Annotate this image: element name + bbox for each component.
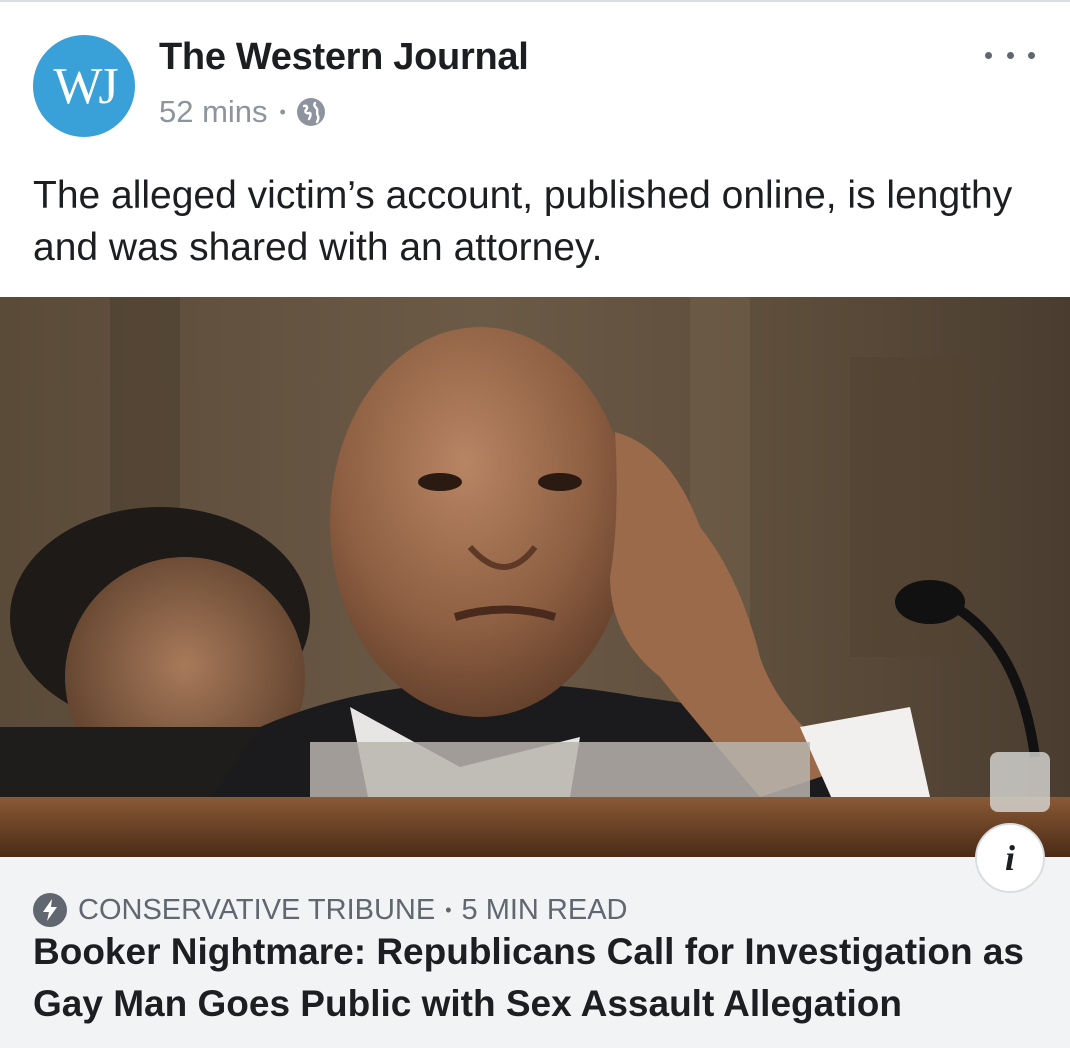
more-dot — [985, 51, 992, 59]
article-photo[interactable] — [0, 297, 1070, 857]
source-separator: • — [445, 899, 452, 920]
link-headline[interactable]: Booker Nightmare: Republicans Call for I… — [33, 926, 1053, 1030]
meta-separator: • — [279, 101, 286, 122]
more-options-icon[interactable] — [985, 40, 1035, 70]
lightning-bolt-icon — [33, 893, 67, 927]
link-source-row: CONSERVATIVE TRIBUNE • 5 MIN READ — [33, 890, 628, 930]
link-source-name: CONSERVATIVE TRIBUNE — [78, 893, 436, 926]
page-avatar[interactable]: WJ — [33, 35, 135, 137]
link-read-time: 5 MIN READ — [461, 893, 628, 926]
top-divider — [0, 0, 1070, 2]
info-button[interactable]: i — [975, 823, 1045, 893]
globe-icon[interactable] — [296, 97, 326, 127]
post-caption: The alleged victim’s account, published … — [33, 174, 1013, 269]
more-dot — [1006, 51, 1014, 59]
post-meta: 52 mins • — [159, 92, 326, 132]
more-dot — [1028, 51, 1035, 59]
avatar-logo: WJ — [53, 58, 118, 115]
post-timestamp[interactable]: 52 mins — [159, 94, 268, 130]
page-name-link[interactable]: The Western Journal — [159, 36, 529, 79]
